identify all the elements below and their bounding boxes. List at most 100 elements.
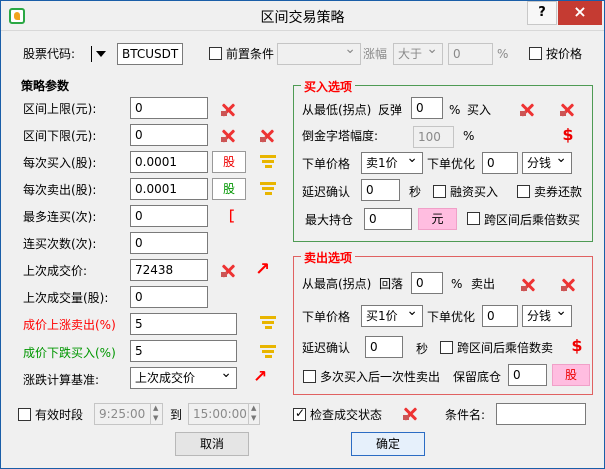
start-time-spinner[interactable]: [150, 403, 162, 425]
check-status-checkbox[interactable]: [293, 406, 306, 421]
buy-optimize-input[interactable]: 0: [482, 152, 518, 174]
gold-input[interactable]: 100: [413, 126, 454, 148]
sell-pullback-input[interactable]: 0: [411, 272, 443, 294]
valid-period-label: 有效时段: [35, 408, 84, 422]
buy-rebound-label: 反弹: [378, 103, 403, 117]
buy-order-price-select[interactable]: 卖1价: [361, 152, 423, 174]
valid-period-checkbox[interactable]: [18, 408, 31, 421]
basis-arrow-icon[interactable]: ↗: [253, 367, 267, 387]
sell-each-input[interactable]: 0.0001: [130, 178, 208, 200]
sell-repay-label: 卖券还款: [534, 185, 583, 199]
buy-label: 买入: [467, 103, 492, 117]
symbol-input[interactable]: BTCUSDT: [117, 43, 183, 65]
window-title: 区间交易策略: [260, 10, 345, 26]
trend-icon[interactable]: ↗: [255, 259, 270, 280]
sell-multiply-label: 跨区间后乘倍数卖: [457, 341, 554, 355]
last-price-label: 上次成交价:: [23, 264, 88, 278]
to-label: 到: [170, 408, 183, 422]
sell-optimize-input[interactable]: 0: [482, 305, 518, 327]
close-button[interactable]: ×: [558, 1, 602, 25]
basis-label: 涨跌计算基准:: [23, 373, 100, 387]
fall-buy-icon[interactable]: [259, 345, 277, 361]
buy-multiply-label: 跨区间后乘倍数买: [484, 213, 581, 227]
sell-clear-icon[interactable]: [520, 277, 536, 293]
sell-delay-input[interactable]: 0: [365, 336, 403, 358]
sell-optimize-label: 下单优化: [427, 310, 476, 324]
max-pos-label: 最大持仓: [305, 213, 354, 227]
pre-condition-select[interactable]: [277, 43, 361, 65]
buy-order-price-label: 下单价格: [302, 157, 351, 171]
fall-buy-input[interactable]: 5: [130, 340, 237, 362]
compare-select[interactable]: 大于: [393, 43, 443, 65]
dropdown-arrow-icon[interactable]: [91, 44, 107, 64]
rise-sell-icon[interactable]: [259, 316, 277, 332]
rise-sell-input[interactable]: 5: [130, 313, 237, 335]
clear-last-price-icon[interactable]: [220, 263, 236, 279]
sell-order-price-select[interactable]: 买1价: [361, 305, 423, 327]
strategy-title: 策略参数: [21, 79, 70, 93]
upper-limit-input[interactable]: 0: [130, 97, 208, 119]
buy-delay-input[interactable]: 0: [361, 179, 400, 201]
lower-limit-label: 区间下限(元):: [23, 129, 97, 143]
sell-amount-icon[interactable]: [259, 182, 277, 198]
buy-unit: 股: [212, 151, 246, 173]
max-buy-input[interactable]: 0: [130, 205, 208, 227]
sell-each-label: 每次卖出(股):: [23, 183, 97, 197]
percent-unit: %: [497, 47, 509, 61]
sell-clear-second-icon[interactable]: [560, 277, 576, 293]
sell-high-label: 从最高(拐点): [302, 277, 372, 291]
buy-multiply-checkbox[interactable]: [467, 212, 480, 225]
buy-title: 买入选项: [301, 78, 356, 95]
buy-unit-select[interactable]: 分钱: [522, 152, 572, 174]
clear-range-icon[interactable]: [259, 128, 275, 144]
margin-buy-checkbox[interactable]: [433, 185, 446, 198]
sell-seconds: 秒: [416, 342, 429, 356]
stock-code-label: 股票代码:: [23, 47, 76, 61]
pre-condition-checkbox[interactable]: [209, 47, 222, 60]
fall-buy-label: 成价下跌买入(%): [23, 346, 116, 360]
last-price-input[interactable]: 72438: [130, 259, 208, 281]
sell-multiply-checkbox[interactable]: [440, 341, 453, 354]
buy-clear-icon[interactable]: [519, 102, 535, 118]
buy-percent: %: [449, 103, 461, 117]
margin-buy-label: 融资买入: [450, 185, 499, 199]
sell-unit: 股: [212, 178, 246, 200]
buy-optimize-label: 下单优化: [427, 157, 476, 171]
help-button[interactable]: ?: [527, 1, 557, 25]
buy-count-input[interactable]: 0: [130, 232, 208, 254]
max-buy-label: 最多连买(次):: [23, 210, 97, 224]
check-status-label: 检查成交状态: [310, 408, 383, 422]
cancel-button[interactable]: 取消: [175, 432, 249, 456]
bracket-icon: ［: [221, 210, 235, 225]
max-pos-input[interactable]: 0: [364, 208, 412, 230]
condition-name-input[interactable]: [496, 403, 586, 425]
basis-select[interactable]: 上次成交价: [130, 367, 237, 389]
dollar-icon[interactable]: $: [558, 125, 578, 145]
by-price-checkbox[interactable]: [529, 47, 542, 60]
gold-percent: %: [463, 129, 475, 143]
sell-repay-checkbox[interactable]: [517, 185, 530, 198]
keep-input[interactable]: 0: [508, 364, 547, 386]
last-volume-label: 上次成交量(股):: [23, 291, 109, 305]
title-bar: 区间交易策略 ? ×: [1, 1, 604, 31]
confirm-button[interactable]: 确定: [351, 432, 425, 456]
one-time-sell-checkbox[interactable]: [303, 370, 316, 383]
window: 区间交易策略 ? × 股票代码: BTCUSDT 前置条件 涨幅 大于 0 % …: [0, 0, 605, 469]
buy-seconds: 秒: [409, 185, 422, 199]
buy-amount-icon[interactable]: [259, 155, 277, 171]
clear-lower-icon[interactable]: [220, 128, 236, 144]
end-time-spinner[interactable]: [248, 403, 260, 425]
rise-percent-input[interactable]: 0: [448, 43, 493, 65]
clear-upper-icon[interactable]: [220, 102, 236, 118]
sell-unit-select[interactable]: 分钱: [522, 305, 572, 327]
status-clear-icon[interactable]: [402, 406, 418, 422]
last-volume-input[interactable]: 0: [130, 286, 208, 308]
sell-dollar-icon[interactable]: $: [567, 336, 587, 356]
buy-rebound-input[interactable]: 0: [411, 97, 443, 119]
buy-low-label: 从最低(拐点): [302, 103, 372, 117]
rise-sell-label: 成价上涨卖出(%): [23, 318, 116, 332]
lower-limit-input[interactable]: 0: [130, 124, 208, 146]
buy-clear-second-icon[interactable]: [559, 102, 575, 118]
buy-each-input[interactable]: 0.0001: [130, 151, 208, 173]
buy-delay-label: 延迟确认: [302, 185, 351, 199]
